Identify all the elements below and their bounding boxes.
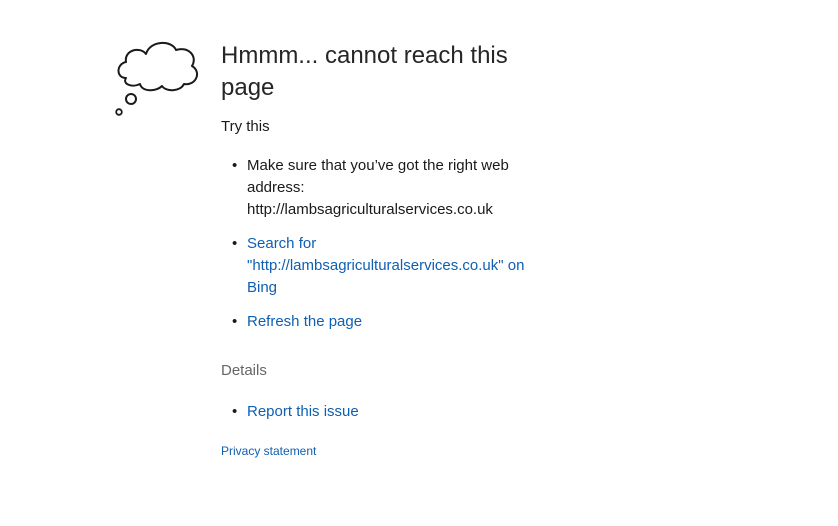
privacy-statement-link[interactable]: Privacy statement — [221, 443, 316, 459]
search-bing-link[interactable]: Search for "http://lambsagriculturalserv… — [247, 235, 524, 296]
suggestion-search-bing: • Search for "http://lambsagriculturalse… — [221, 233, 537, 299]
thought-bubble-icon — [115, 42, 199, 116]
bullet-dot: • — [232, 235, 238, 252]
refresh-page-link[interactable]: Refresh the page — [247, 313, 362, 330]
bullet-dot: • — [232, 403, 238, 420]
suggestion-check-address: • Make sure that you’ve got the right we… — [221, 155, 537, 221]
bullet-dot: • — [232, 157, 238, 174]
details-label: Details — [221, 362, 267, 379]
try-this-label: Try this — [221, 118, 270, 135]
bullet-dot: • — [232, 313, 238, 330]
report-issue-link[interactable]: Report this issue — [247, 403, 359, 420]
suggestion-refresh: • Refresh the page — [221, 311, 537, 333]
page-title: Hmmm... cannot reach this page — [221, 42, 508, 101]
suggestion-list: • Make sure that you’ve got the right we… — [221, 155, 561, 333]
error-page: Hmmm... cannot reach this page Try this … — [0, 0, 838, 526]
suggestion-check-address-text: Make sure that you’ve got the right web … — [247, 157, 509, 218]
details-report-item: • Report this issue — [221, 401, 537, 423]
details-list: • Report this issue — [221, 401, 561, 423]
error-content: Hmmm... cannot reach this page Try this … — [221, 40, 561, 460]
